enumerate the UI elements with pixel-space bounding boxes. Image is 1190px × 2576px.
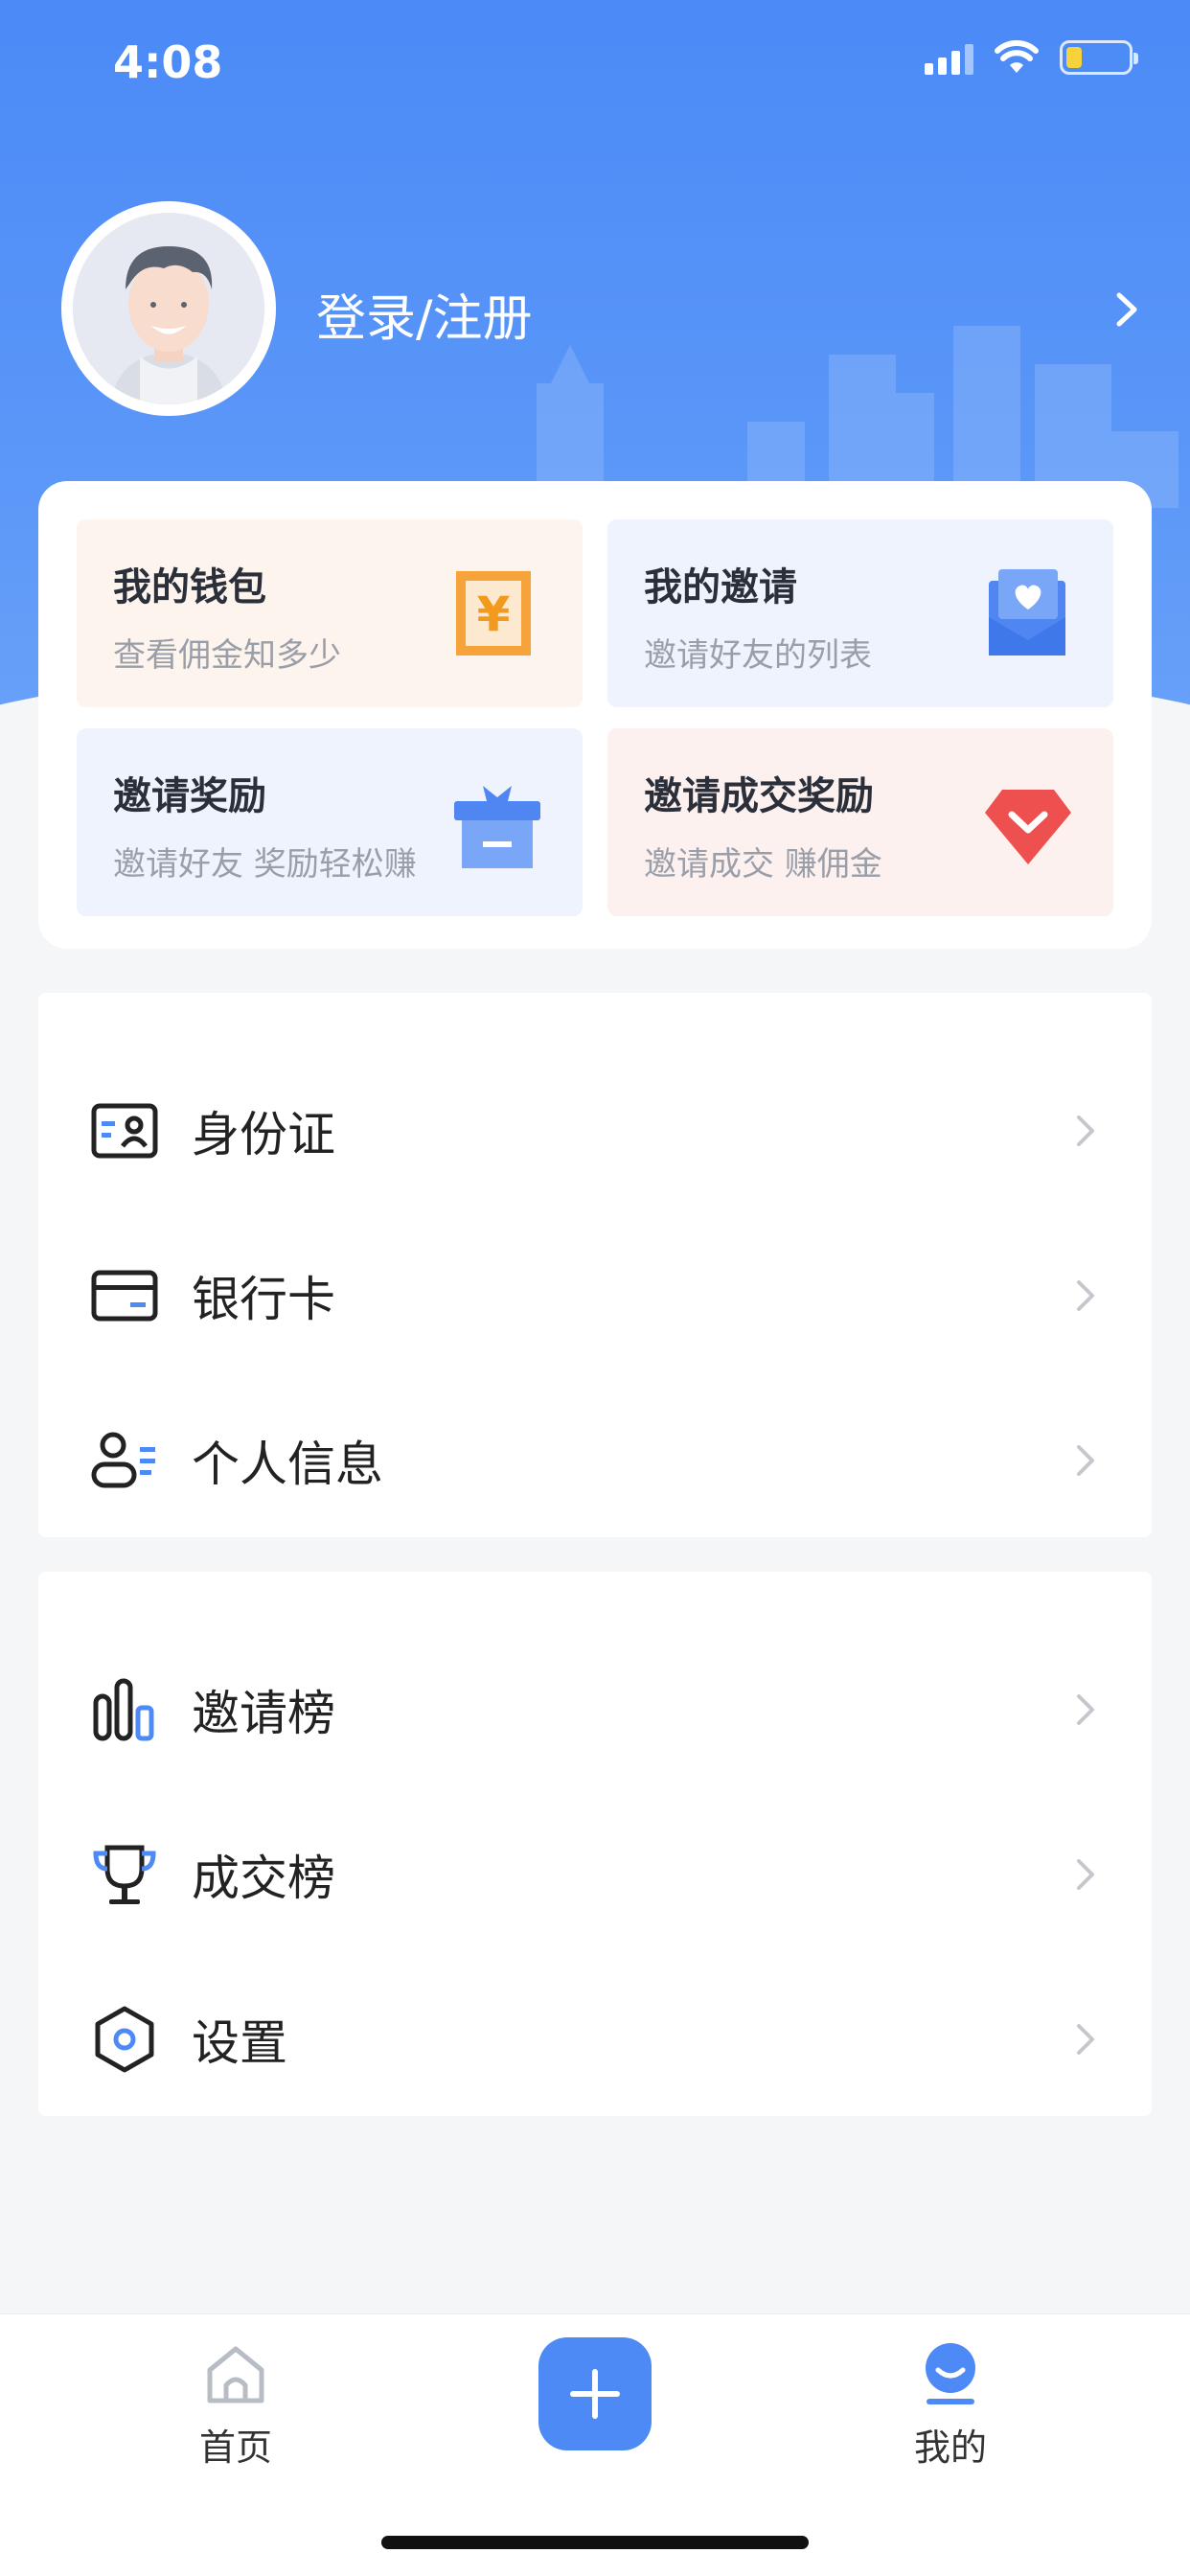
trophy-icon bbox=[93, 1845, 156, 1904]
menu-item-bank-card[interactable]: 银行卡 bbox=[38, 1213, 1152, 1378]
chevron-right-icon bbox=[1077, 1694, 1094, 1725]
chevron-right-icon[interactable] bbox=[1108, 286, 1146, 334]
chevron-right-icon bbox=[1077, 1445, 1094, 1476]
tab-label: 我的 bbox=[913, 2426, 987, 2469]
menu-group-account: 身份证 银行卡 个人信息 bbox=[38, 993, 1152, 1537]
personal-info-icon bbox=[91, 1432, 155, 1488]
menu-item-personal-info[interactable]: 个人信息 bbox=[38, 1378, 1152, 1543]
invite-heart-icon bbox=[989, 569, 1065, 656]
chevron-right-icon bbox=[1077, 1859, 1094, 1890]
id-card-icon bbox=[91, 1103, 158, 1159]
menu-item-label: 成交榜 bbox=[192, 1851, 335, 1906]
menu-item-settings[interactable]: 设置 bbox=[38, 1957, 1152, 2122]
tab-me[interactable]: 我的 bbox=[855, 2341, 1046, 2471]
tab-home[interactable]: 首页 bbox=[140, 2341, 332, 2471]
chevron-right-icon bbox=[1077, 1116, 1094, 1146]
menu-item-label: 身份证 bbox=[192, 1107, 335, 1162]
deal-reward-card[interactable]: 邀请成交奖励 邀请成交 赚佣金 bbox=[607, 728, 1113, 916]
menu-item-label: 银行卡 bbox=[192, 1272, 335, 1327]
chevron-right-icon bbox=[1077, 1280, 1094, 1311]
status-icons bbox=[925, 40, 1138, 75]
chevron-right-icon bbox=[1077, 2024, 1094, 2055]
avatar[interactable] bbox=[61, 201, 276, 416]
bank-card-icon bbox=[91, 1270, 158, 1322]
svg-text:¥: ¥ bbox=[477, 586, 511, 642]
home-indicator bbox=[381, 2536, 809, 2549]
feature-card-grid: 我的钱包 查看佣金知多少 ¥ 我的邀请 邀请好友的列表 邀请奖励 邀请好友 奖励… bbox=[38, 481, 1152, 949]
menu-item-label: 设置 bbox=[192, 2015, 287, 2071]
my-invitations-card[interactable]: 我的邀请 邀请好友的列表 bbox=[607, 519, 1113, 707]
bar-chart-icon bbox=[93, 1678, 154, 1741]
login-register-link[interactable]: 登录/注册 bbox=[316, 278, 533, 350]
my-wallet-card[interactable]: 我的钱包 查看佣金知多少 ¥ bbox=[77, 519, 583, 707]
status-time: 4:08 bbox=[113, 36, 223, 88]
menu-item-label: 个人信息 bbox=[192, 1437, 383, 1492]
add-button[interactable] bbox=[538, 2337, 652, 2450]
menu-item-label: 邀请榜 bbox=[192, 1686, 335, 1741]
diamond-icon bbox=[985, 790, 1071, 864]
menu-item-deal-ranking[interactable]: 成交榜 bbox=[38, 1792, 1152, 1957]
user-avatar-icon bbox=[73, 213, 264, 404]
wallet-yen-icon: ¥ bbox=[456, 571, 531, 656]
tab-label: 首页 bbox=[198, 2426, 272, 2469]
profile-smile-icon bbox=[926, 2343, 975, 2404]
wifi-icon bbox=[995, 40, 1039, 73]
cellular-signal-icon bbox=[925, 40, 973, 75]
home-icon bbox=[207, 2346, 264, 2404]
plus-icon bbox=[570, 2369, 620, 2419]
menu-item-invite-ranking[interactable]: 邀请榜 bbox=[38, 1627, 1152, 1792]
invite-reward-card[interactable]: 邀请奖励 邀请好友 奖励轻松赚 bbox=[77, 728, 583, 916]
settings-hexagon-icon bbox=[95, 2006, 154, 2073]
menu-item-id-card[interactable]: 身份证 bbox=[38, 1048, 1152, 1213]
battery-icon bbox=[1060, 40, 1138, 75]
menu-group-ranking: 邀请榜 成交榜 设置 bbox=[38, 1572, 1152, 2116]
gift-box-icon bbox=[454, 786, 540, 868]
